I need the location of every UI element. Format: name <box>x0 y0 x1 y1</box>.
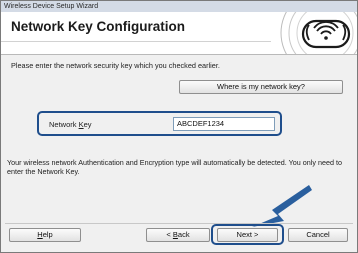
wizard-window: Wireless Device Setup Wizard Network Key… <box>0 0 358 253</box>
network-key-input[interactable]: ABCDEF1234 <box>173 117 275 131</box>
wizard-header: Network Key Configuration <box>1 12 357 55</box>
help-button[interactable]: Help <box>9 228 81 242</box>
network-key-highlight: Network Key ABCDEF1234 <box>37 111 282 136</box>
window-title: Wireless Device Setup Wizard <box>1 1 357 12</box>
back-button[interactable]: < Back <box>146 228 210 242</box>
network-key-label: Network Key <box>49 120 92 129</box>
cancel-button[interactable]: Cancel <box>288 228 348 242</box>
header-rule <box>1 41 271 42</box>
next-button[interactable]: Next > <box>217 228 278 242</box>
info-text: Your wireless network Authentication and… <box>7 158 342 176</box>
next-button-highlight: Next > <box>211 224 284 245</box>
wireless-signal-icon <box>280 12 357 54</box>
footer-divider <box>5 223 353 224</box>
intro-text: Please enter the network security key wh… <box>11 61 220 70</box>
page-title: Network Key Configuration <box>11 19 186 34</box>
where-is-network-key-button[interactable]: Where is my network key? <box>179 80 343 94</box>
